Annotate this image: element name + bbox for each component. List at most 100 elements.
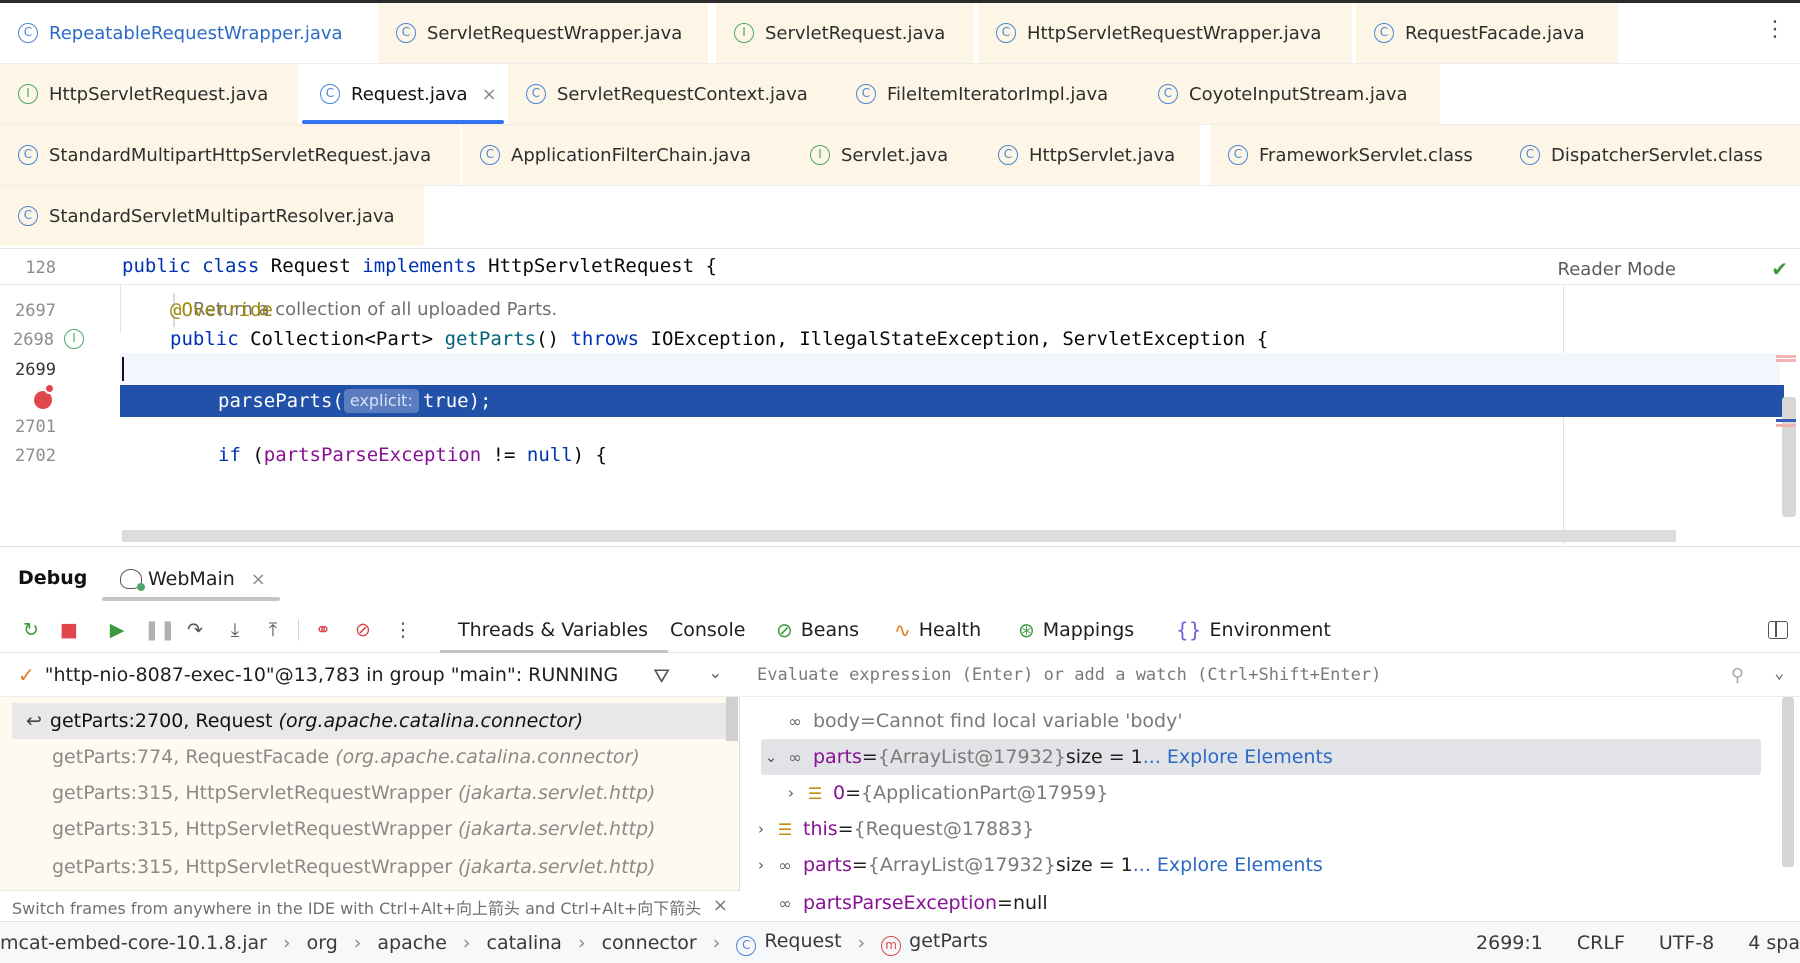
view-breakpoints-icon[interactable]: ⚭ (310, 617, 336, 643)
frames-scrollbar[interactable] (726, 697, 738, 741)
line-number: 2698 (13, 330, 54, 350)
tab-file-item-iterator-impl[interactable]: C FileItemIteratorImpl.java (838, 64, 1154, 124)
vertical-scrollbar[interactable] (1782, 397, 1796, 517)
tab-standard-multipart-http-servlet-request[interactable]: C StandardMultipartHttpServletRequest.ja… (0, 125, 460, 185)
variable-eq: = (861, 746, 878, 768)
tab-label: RepeatableRequestWrapper.java (49, 22, 343, 44)
breadcrumb-jar[interactable]: mcat-embed-core-10.1.8.jar (0, 932, 267, 954)
variable-size: size = 1 (1055, 854, 1133, 876)
brace: { (705, 255, 717, 277)
tab-framework-servlet[interactable]: C FrameworkServlet.class (1210, 125, 1510, 185)
variable-row[interactable]: › ☰ this = {Request@17883} (741, 811, 1781, 847)
chevron-right-icon[interactable]: › (781, 784, 801, 802)
tab-http-servlet[interactable]: C HttpServlet.java (980, 125, 1200, 185)
tab-beans[interactable]: ⊘ Beans (776, 607, 859, 653)
mute-breakpoints-icon[interactable]: ⊘ (350, 617, 376, 643)
tab-environment[interactable]: {} Environment (1176, 607, 1331, 653)
layout-icon[interactable] (1768, 621, 1788, 639)
tab-http-servlet-request[interactable]: I HttpServletRequest.java (0, 64, 298, 124)
tab-servlet[interactable]: I Servlet.java (792, 125, 980, 185)
tab-servlet-request[interactable]: I ServletRequest.java (716, 3, 974, 63)
tab-servlet-request-context[interactable]: C ServletRequestContext.java (508, 64, 838, 124)
stack-frame[interactable]: getParts:774, RequestFacade (org.apache.… (12, 739, 726, 775)
field: partsParseException (263, 444, 482, 466)
tab-repeatable-request-wrapper[interactable]: C RepeatableRequestWrapper.java (0, 3, 376, 63)
add-watch-icon[interactable]: ⚲ (1731, 665, 1744, 686)
tab-threads-variables[interactable]: Threads & Variables (439, 607, 669, 654)
horizontal-scrollbar[interactable] (122, 530, 1676, 542)
tab-mappings[interactable]: ⊛ Mappings (1018, 607, 1134, 653)
breadcrumb-package[interactable]: catalina (487, 932, 562, 954)
params: () (536, 328, 559, 350)
keyword: if (218, 444, 241, 466)
reader-mode-button[interactable]: Reader Mode (1558, 259, 1676, 280)
chevron-right-icon[interactable]: › (751, 856, 771, 874)
error-stripe-mark[interactable] (1776, 359, 1796, 362)
stack-frame[interactable]: getParts:315, HttpServletRequestWrapper … (12, 811, 726, 847)
tab-label: ApplicationFilterChain.java (511, 144, 752, 166)
variable-row[interactable]: ∞ body = Cannot find local variable 'bod… (741, 703, 1781, 739)
line-separator[interactable]: CRLF (1577, 932, 1625, 954)
if-statement: if (partsParseException != null) { (218, 444, 607, 466)
variable-row[interactable]: ∞ partsParseException = null (741, 883, 1781, 923)
tab-run-config[interactable]: WebMain × (102, 557, 280, 601)
breadcrumb-package[interactable]: connector (602, 932, 697, 954)
step-over-icon[interactable]: ↷ (182, 617, 208, 643)
pause-icon[interactable]: ❚❚ (144, 617, 176, 643)
variable-row-selected[interactable]: ⌄ ∞ parts = {ArrayList@17932} size = 1..… (761, 739, 1761, 775)
stop-icon[interactable]: ■ (56, 617, 82, 643)
file-encoding[interactable]: UTF-8 (1659, 932, 1714, 954)
close-icon[interactable]: × (713, 895, 728, 916)
chevron-right-icon[interactable]: › (751, 820, 771, 838)
filter-icon[interactable]: ⛛ (653, 664, 670, 688)
argument: true); (422, 390, 492, 412)
explore-elements-link[interactable]: ... Explore Elements (1133, 854, 1323, 876)
tab-console[interactable]: Console (670, 607, 745, 653)
breadcrumb-class[interactable]: C Request (736, 930, 842, 956)
tab-request-java[interactable]: C Request.java × (302, 64, 504, 124)
more-tabs-icon[interactable]: ⋮ (1764, 19, 1786, 41)
breadcrumb-method[interactable]: m getParts (881, 930, 988, 956)
stack-frame[interactable]: getParts:315, HttpServletRequestWrapper … (12, 775, 726, 811)
variable-eq: = (845, 782, 862, 804)
step-into-icon[interactable]: ⤓ (222, 617, 248, 643)
tab-label: CoyoteInputStream.java (1189, 83, 1408, 105)
chevron-down-icon[interactable]: ⌄ (709, 663, 722, 682)
stack-frame[interactable]: ↩ getParts:2700, Request (org.apache.cat… (12, 703, 726, 739)
tab-request-facade[interactable]: C RequestFacade.java (1356, 3, 1618, 63)
breadcrumb-package[interactable]: apache (377, 932, 447, 954)
tab-health[interactable]: ∿ Health (894, 607, 981, 653)
tab-label: HttpServlet.java (1029, 144, 1176, 166)
variable-row[interactable]: › ☰ 0 = {ApplicationPart@17959} (741, 775, 1781, 811)
thread-selector[interactable]: ✓ "http-nio-8087-exec-10"@13,783 in grou… (0, 653, 740, 697)
close-icon[interactable]: × (482, 84, 497, 105)
chevron-down-icon[interactable]: ⌄ (761, 748, 781, 766)
rerun-icon[interactable]: ↻ (18, 617, 44, 643)
sticky-class-header[interactable]: 128 public class Request implements Http… (0, 249, 1800, 285)
resume-icon[interactable]: ▶ (104, 617, 130, 643)
explore-elements-link[interactable]: ... Explore Elements (1143, 746, 1333, 768)
breadcrumb-package[interactable]: org (307, 932, 338, 954)
error-stripe-mark[interactable] (1776, 355, 1796, 358)
tab-coyote-input-stream[interactable]: C CoyoteInputStream.java (1140, 64, 1440, 124)
more-icon[interactable]: ⋮ (390, 617, 416, 643)
stack-frame[interactable]: getParts:315, HttpServletRequestWrapper … (12, 847, 726, 887)
close-icon[interactable]: × (251, 569, 266, 590)
caret-position[interactable]: 2699:1 (1476, 932, 1543, 954)
evaluate-expression-input[interactable]: Evaluate expression (Enter) or add a wat… (741, 653, 1800, 697)
tab-servlet-request-wrapper[interactable]: C ServletRequestWrapper.java (378, 3, 708, 63)
chevron-down-icon[interactable]: ⌄ (1774, 663, 1784, 682)
implements-method-icon[interactable]: I (64, 329, 84, 349)
tab-application-filter-chain[interactable]: C ApplicationFilterChain.java (462, 125, 792, 185)
variable-name: this (803, 818, 838, 840)
error-stripe-mark[interactable] (1776, 424, 1796, 427)
variable-row[interactable]: › ∞ parts = {ArrayList@17932} size = 1..… (741, 847, 1781, 883)
caret-stripe-mark[interactable] (1776, 419, 1796, 422)
indent-setting[interactable]: 4 spa (1748, 932, 1800, 954)
variables-scrollbar[interactable] (1782, 697, 1794, 867)
code-editor[interactable]: 128 public class Request implements Http… (0, 249, 1800, 546)
tab-http-servlet-request-wrapper[interactable]: C HttpServletRequestWrapper.java (978, 3, 1352, 63)
step-out-icon[interactable]: ⤒ (260, 617, 286, 643)
tab-standard-servlet-multipart-resolver[interactable]: C StandardServletMultipartResolver.java (0, 186, 424, 246)
tab-dispatcher-servlet[interactable]: C DispatcherServlet.class (1502, 125, 1800, 185)
